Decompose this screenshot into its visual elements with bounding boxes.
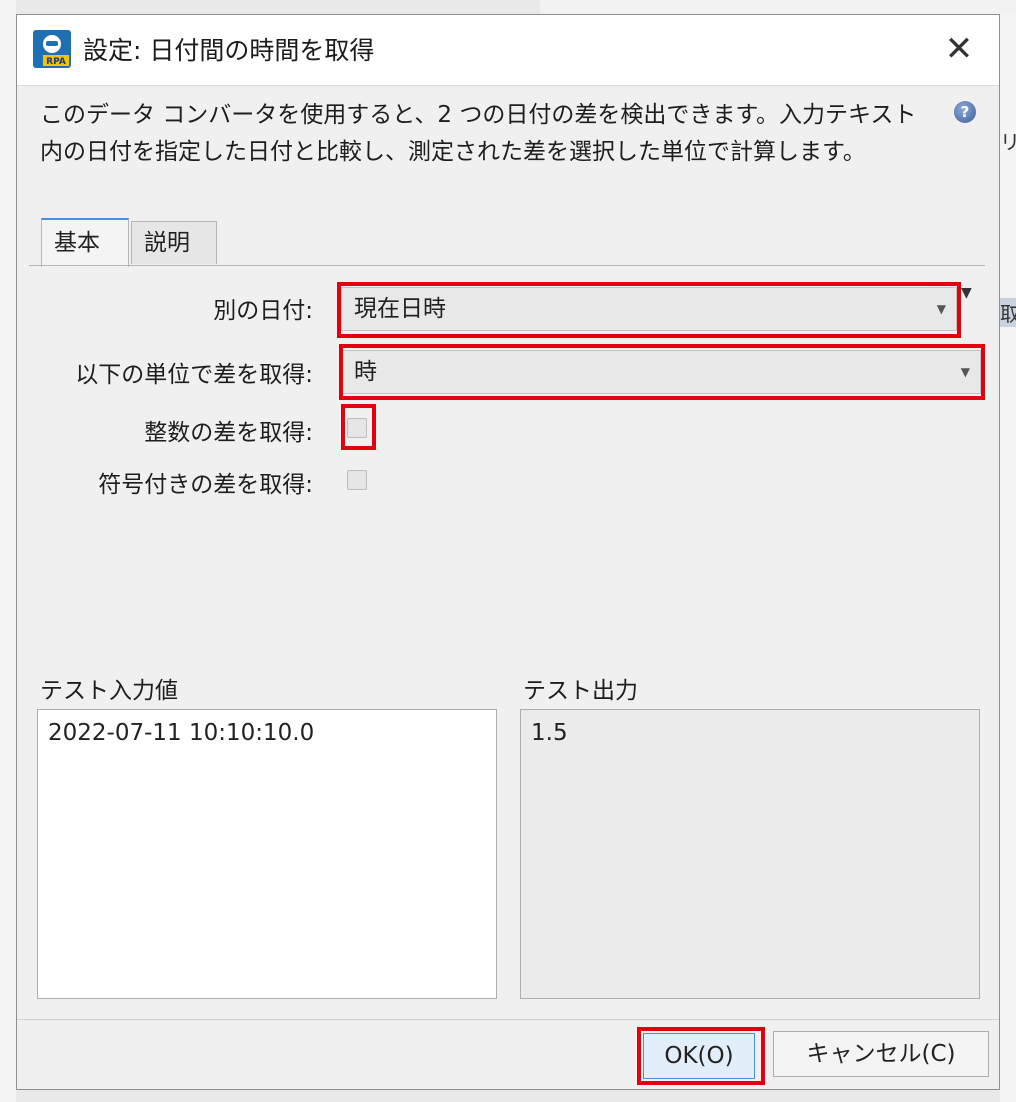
rpa-badge-text: RPA [46, 57, 66, 67]
dialog-title: 設定: 日付間の時間を取得 [83, 36, 375, 65]
signed-diff-checkbox[interactable] [347, 470, 367, 490]
converter-description: このデータ コンバータを使用すると、2 つの日付の差を検出できます。入力テキスト… [40, 102, 917, 165]
chevron-down-icon: ▼ [936, 302, 946, 316]
dialog-titlebar: RPA 設定: 日付間の時間を取得 ✕ [17, 15, 999, 86]
unit-select[interactable]: 時 ▼ [341, 350, 981, 394]
tab-description[interactable]: 説明 [131, 221, 217, 264]
tab-divider [29, 265, 985, 266]
test-output-field: 1.5 [520, 709, 980, 999]
test-output-label: テスト出力 [523, 678, 638, 704]
ok-button[interactable]: OK(O) [643, 1033, 755, 1079]
background-text-fragment: リ [1000, 130, 1016, 154]
rpa-app-icon: RPA [33, 30, 71, 68]
footer-divider [17, 1019, 999, 1020]
chevron-down-icon[interactable]: ▼ [961, 285, 972, 301]
other-date-value: 現在日時 [354, 296, 446, 322]
tab-basic[interactable]: 基本 [41, 218, 129, 267]
signed-diff-label: 符号付きの差を取得: [98, 472, 313, 498]
cancel-button[interactable]: キャンセル(C) [773, 1031, 989, 1077]
close-button[interactable]: ✕ [933, 27, 985, 73]
background-toolbar [540, 0, 1016, 15]
unit-label: 以下の単位で差を取得: [75, 362, 313, 388]
integer-diff-checkbox[interactable] [347, 418, 367, 438]
other-date-label: 別の日付: [213, 298, 313, 324]
background-app-left [0, 0, 16, 1102]
integer-diff-label: 整数の差を取得: [144, 420, 313, 446]
test-input-label: テスト入力値 [40, 678, 178, 704]
unit-value: 時 [354, 359, 377, 385]
background-text-fragment: 取 [1000, 298, 1016, 327]
chevron-down-icon: ▼ [960, 365, 970, 379]
other-date-select[interactable]: 現在日時 ▼ [341, 287, 957, 331]
settings-dialog: RPA 設定: 日付間の時間を取得 ✕ このデータ コンバータを使用すると、2 … [16, 14, 1000, 1090]
test-input-field[interactable]: 2022-07-11 10:10:10.0 [37, 709, 497, 999]
background-app-right: リ 取 [1000, 14, 1016, 1102]
help-icon[interactable]: ? [954, 101, 976, 123]
